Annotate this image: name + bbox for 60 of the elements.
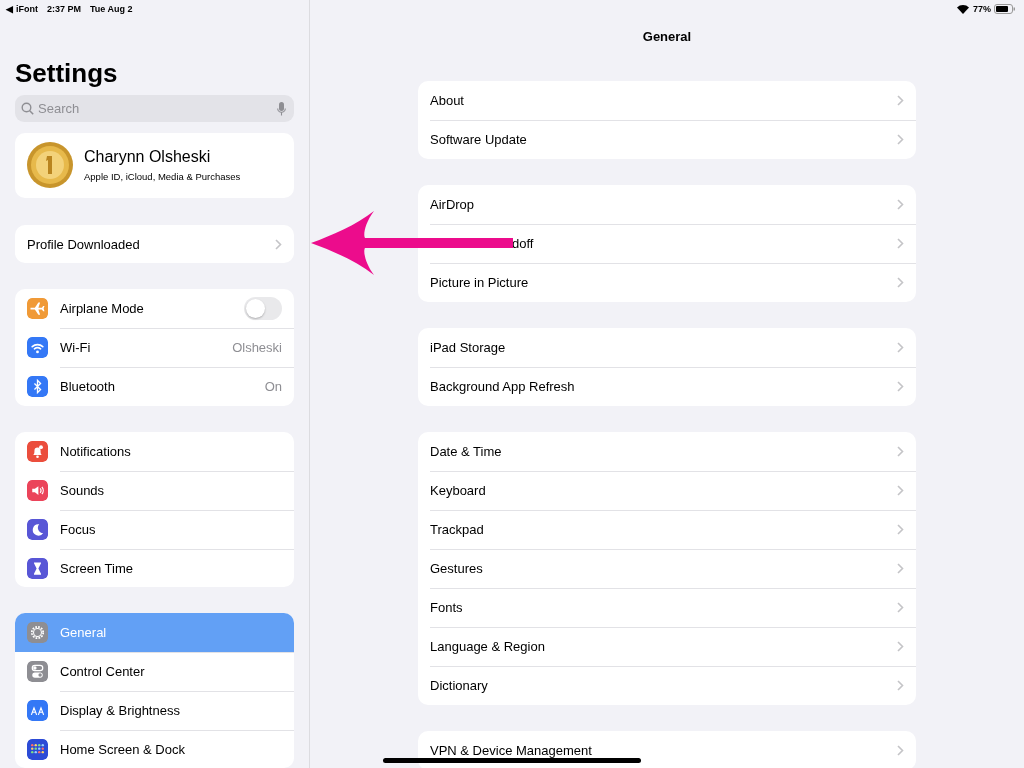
chevron-icon	[275, 238, 282, 250]
detail-title: General	[642, 29, 692, 44]
toggle-switch[interactable]	[244, 297, 282, 321]
row-value: On	[264, 379, 282, 395]
sidebar-item[interactable]: Airplane Mode	[15, 289, 294, 329]
settings-row[interactable]: Picture in Picture	[418, 263, 916, 302]
settings-row[interactable]: Date & Time	[418, 432, 916, 471]
chevron-icon	[897, 277, 904, 288]
chevron-icon	[897, 446, 904, 457]
settings-row[interactable]: iPad Storage	[418, 328, 916, 367]
settings-row[interactable]: Fonts	[418, 588, 916, 627]
chevron-icon	[897, 199, 904, 210]
chevron-icon	[897, 238, 904, 249]
settings-row[interactable]: Trackpad	[418, 510, 916, 549]
sidebar-item[interactable]: Control Center	[15, 651, 294, 691]
status-time: 2:37 PM	[47, 4, 81, 14]
sidebar-item[interactable]: Focus	[15, 509, 294, 549]
page-title: Settings	[15, 58, 119, 88]
row-value: Olsheski	[232, 340, 282, 356]
profile-name: Charynn Olsheski	[84, 148, 212, 167]
sidebar-item[interactable]: Profile Downloaded	[15, 224, 294, 264]
settings-row[interactable]: doff	[418, 224, 916, 263]
settings-row[interactable]: Software Update	[418, 120, 916, 159]
profile-subtitle: Apple ID, iCloud, Media & Purchases	[84, 171, 241, 183]
status-date: Tue Aug 2	[90, 4, 133, 14]
wifi-icon	[957, 4, 969, 14]
settings-row[interactable]: AirDrop	[418, 185, 916, 224]
chevron-icon	[897, 485, 904, 496]
settings-row[interactable]: About	[418, 81, 916, 120]
chevron-icon	[897, 563, 904, 574]
chevron-icon	[897, 641, 904, 652]
settings-row[interactable]: VPN & Device Management	[418, 731, 916, 768]
settings-row[interactable]: Gestures	[418, 549, 916, 588]
sidebar-item[interactable]: Display & Brightness	[15, 690, 294, 730]
sidebar-item[interactable]: Notifications	[15, 431, 294, 471]
microphone-icon[interactable]	[277, 102, 286, 116]
sidebar-item[interactable]: Sounds	[15, 470, 294, 510]
chevron-icon	[897, 134, 904, 145]
search-field[interactable]: Search	[15, 95, 294, 122]
search-icon	[21, 102, 34, 115]
chevron-icon	[897, 524, 904, 535]
sidebar-item[interactable]: Home Screen & Dock	[15, 729, 294, 768]
avatar	[27, 142, 73, 189]
battery-percent: 77%	[973, 4, 991, 14]
chevron-icon	[897, 745, 904, 756]
sidebar-item[interactable]: Bluetooth On	[15, 367, 294, 406]
profile-card[interactable]: Charynn Olsheski Apple ID, iCloud, Media & Purchases	[15, 133, 294, 198]
settings-row[interactable]: Language & Region	[418, 627, 916, 666]
battery-icon	[994, 4, 1016, 14]
chevron-icon	[897, 95, 904, 106]
settings-row[interactable]: Keyboard	[418, 471, 916, 510]
chevron-icon	[897, 680, 904, 691]
sidebar-item[interactable]: Wi-Fi Olsheski	[15, 328, 294, 368]
chevron-icon	[897, 602, 904, 613]
chevron-icon	[897, 381, 904, 392]
settings-row[interactable]: Dictionary	[418, 666, 916, 705]
back-link[interactable]: ◀ iFont	[6, 4, 38, 14]
sidebar-item[interactable]: Screen Time	[15, 548, 294, 587]
settings-row[interactable]: Background App Refresh	[418, 367, 916, 406]
chevron-icon	[897, 342, 904, 353]
